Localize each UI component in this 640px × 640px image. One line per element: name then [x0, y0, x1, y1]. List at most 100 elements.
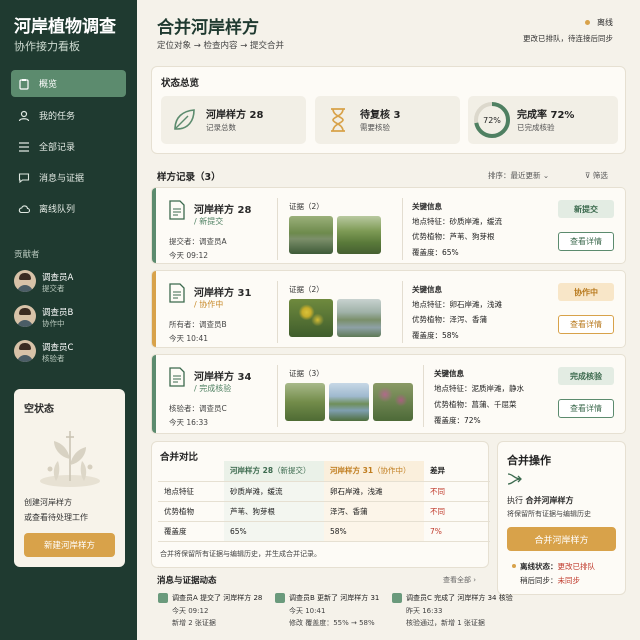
merge-exec-line: 执行 合并河岸样方 [507, 496, 574, 505]
new-quadrat-button[interactable]: 新建河岸样方 [24, 533, 115, 557]
view-detail-button[interactable]: 查看详情 [558, 315, 614, 334]
completion-rate-tile[interactable]: 72% 完成率 72% 已完成核验 [468, 96, 618, 144]
app-subtitle: 协作接力看板 [14, 40, 80, 53]
tile-value: 待复核 3 [360, 110, 401, 121]
status-bar [152, 355, 156, 433]
total-records-tile[interactable]: 河岸样方 28 记录总数 [161, 96, 306, 144]
key-info-label: 关键信息 [434, 369, 464, 378]
record-card-28[interactable]: 河岸样方 28 / 新提交 提交者：调查员A 今天 09:12 证据（2） 关键… [151, 187, 626, 264]
activity-title: 消息与证据动态 [157, 576, 217, 586]
contributor-c[interactable]: 调查员C 核验者 [14, 338, 129, 368]
nav-label: 全部记录 [39, 143, 76, 153]
nav-item-all-records[interactable]: 全部记录 [11, 133, 126, 160]
user-icon [18, 110, 30, 121]
record-owner: 核验者：调查员C [169, 404, 227, 413]
key-info-coverage: 覆盖度：58% [412, 331, 459, 340]
merge-title: 合并操作 [507, 454, 551, 467]
plant-illustration-icon [40, 431, 100, 487]
record-status: / 完成核验 [194, 384, 232, 393]
sort-dropdown[interactable]: 排序：最近更新 ⌄ [488, 170, 549, 181]
col-header-a: 河岸样方 28（新提交） [224, 461, 324, 481]
cloud-icon [18, 204, 30, 213]
workflow-steps: 定位对象 → 检查内容 → 提交合并 [157, 41, 285, 51]
record-status: / 新提交 [194, 217, 224, 226]
contributor-name: 调查员B [42, 308, 74, 318]
record-time: 今天 09:12 [169, 251, 208, 260]
empty-state-card: 空状态 创建河岸样方 或查看待处理工作 新建河岸样方 [14, 389, 125, 567]
page-title: 合并河岸样方 [157, 18, 259, 38]
merge-desc: 将保留所有证据与编辑历史 [507, 510, 591, 518]
record-card-34[interactable]: 河岸样方 34 / 完成核验 核验者：调查员C 今天 16:33 证据（3） 关… [151, 354, 626, 434]
tile-value: 完成率 72% [517, 110, 575, 121]
nav-item-overview[interactable]: 概览 [11, 70, 126, 97]
compare-note: 合并将保留所有证据与编辑历史，并生成合并记录。 [160, 550, 321, 558]
tile-label: 需要核验 [360, 123, 390, 132]
contributor-a[interactable]: 调查员A 提交者 [14, 268, 129, 298]
divider [402, 198, 403, 260]
record-owner: 提交者：调查员A [169, 237, 227, 246]
clipboard-icon [19, 78, 29, 90]
evidence-label: 证据（2） [289, 202, 324, 211]
nav-label: 概览 [39, 80, 58, 90]
view-detail-button[interactable]: 查看详情 [558, 399, 614, 418]
status-badge: 完成核验 [558, 367, 614, 385]
contributors-label: 贡献者 [14, 250, 40, 260]
offline-status: 离线状态：更改已排队 [520, 562, 595, 571]
nav-label: 消息与证据 [39, 174, 85, 184]
evidence-photo[interactable] [285, 383, 325, 421]
view-all-link[interactable]: 查看全部 › [443, 575, 476, 585]
record-title: 河岸样方 34 [194, 372, 252, 383]
record-title: 河岸样方 31 [194, 288, 252, 299]
nav-item-my-tasks[interactable]: 我的任务 [11, 102, 126, 129]
empty-state-desc: 创建河岸样方 或查看待处理工作 [24, 498, 88, 522]
status-dot-icon [512, 564, 516, 568]
pending-review-tile[interactable]: 待复核 3 需要核验 [315, 96, 460, 144]
divider [277, 281, 278, 343]
key-info-label: 关键信息 [412, 202, 442, 211]
offline-desc: 更改已排队，待连接后同步 [523, 34, 613, 43]
evidence-photo[interactable] [337, 216, 381, 254]
key-info-site: 地点特征：泥质岸滩，静水 [434, 384, 524, 393]
record-title: 河岸样方 28 [194, 205, 252, 216]
nav-label: 我的任务 [39, 112, 76, 122]
ring-label: 72% [483, 116, 501, 125]
nav-item-offline-queue[interactable]: 离线队列 [11, 195, 126, 222]
leaf-icon [174, 109, 195, 130]
status-bar [152, 188, 156, 263]
avatar [14, 305, 36, 327]
key-info-label: 关键信息 [412, 285, 442, 294]
record-owner: 所有者：调查员B [169, 320, 227, 329]
contributor-name: 调查员A [42, 273, 74, 283]
evidence-photo[interactable] [373, 383, 413, 421]
divider [423, 365, 424, 427]
merge-quadrat-button[interactable]: 合并河岸样方 [507, 527, 616, 551]
evidence-label: 证据（2） [289, 285, 324, 294]
record-card-31[interactable]: 河岸样方 31 / 协作中 所有者：调查员B 今天 10:41 证据（2） 关键… [151, 270, 626, 348]
chevron-down-icon: ⌄ [542, 171, 550, 180]
status-bar [152, 271, 156, 347]
sort-value: 最近更新 [510, 171, 541, 180]
tile-label: 已完成核验 [517, 123, 555, 132]
key-info-site: 地点特征：砂质岸滩，缓流 [412, 217, 502, 226]
avatar [14, 340, 36, 362]
contributor-b[interactable]: 调查员B 协作中 [14, 303, 129, 333]
filter-button[interactable]: ⊽ 筛选 [585, 170, 608, 181]
activity-icon [158, 593, 168, 603]
activity-icon [392, 593, 402, 603]
evidence-photo[interactable] [289, 299, 333, 337]
view-detail-button[interactable]: 查看详情 [558, 232, 614, 251]
offline-label: 离线 [597, 18, 613, 27]
record-status: / 协作中 [194, 300, 224, 309]
col-header-b: 河岸样方 31（协作中） [324, 461, 424, 481]
evidence-photo[interactable] [329, 383, 369, 421]
offline-dot-icon [585, 20, 590, 25]
contributor-role: 核验者 [42, 354, 65, 363]
record-time: 今天 10:41 [169, 334, 208, 343]
evidence-photo[interactable] [289, 216, 333, 254]
key-info-site: 地点特征：卵石岸滩，浅滩 [412, 300, 502, 309]
evidence-photo[interactable] [337, 299, 381, 337]
contributor-role: 协作中 [42, 319, 65, 328]
list-icon [19, 141, 29, 152]
nav-item-messages[interactable]: 消息与证据 [11, 164, 126, 191]
merge-arrow-icon [507, 473, 522, 485]
